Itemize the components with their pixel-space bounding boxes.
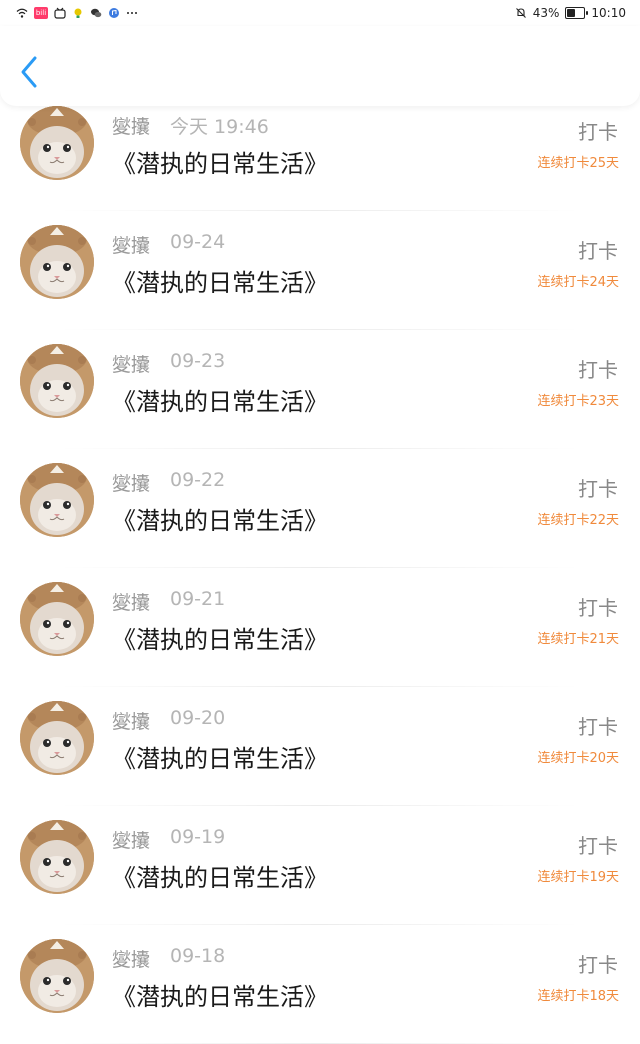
checkin-label[interactable]: 打卡 (578, 473, 618, 502)
status-bar: bili 43% 10:10 (0, 0, 640, 26)
checkin-date: 今天 19:46 (170, 116, 269, 138)
music-app-icon (109, 8, 119, 18)
bilibili-app-icon: bili (34, 7, 48, 19)
mute-bell-icon (515, 8, 526, 18)
battery-level (567, 9, 576, 17)
checkin-label[interactable]: 打卡 (578, 949, 618, 978)
book-title[interactable]: 《潜执的日常生活》 (112, 501, 328, 536)
book-title[interactable]: 《潜执的日常生活》 (112, 263, 328, 298)
streak-count: 连续打卡18天 (537, 989, 619, 1004)
list-item[interactable]: 夑攮 09-18 《潜执的日常生活》 打卡 连续打卡18天 (0, 925, 640, 1044)
checkin-date: 09-24 (170, 231, 226, 253)
checkin-label[interactable]: 打卡 (578, 116, 618, 145)
streak-count: 连续打卡19天 (537, 870, 619, 885)
avatar[interactable] (20, 582, 94, 656)
book-title[interactable]: 《潜执的日常生活》 (112, 858, 328, 893)
wifi-icon (16, 8, 28, 18)
user-name: 夑攮 (112, 949, 151, 971)
checkin-date: 09-22 (170, 469, 226, 491)
avatar[interactable] (20, 820, 94, 894)
checkin-label[interactable]: 打卡 (578, 830, 618, 859)
avatar[interactable] (20, 463, 94, 537)
book-title[interactable]: 《潜执的日常生活》 (112, 739, 328, 774)
user-name: 夑攮 (112, 235, 151, 257)
avatar[interactable] (20, 701, 94, 775)
avatar[interactable] (20, 106, 94, 180)
cat-avatar-image (20, 582, 94, 656)
user-name: 夑攮 (112, 830, 151, 852)
bulb-app-icon (74, 8, 82, 18)
list-item[interactable]: 夑攮 09-24 《潜执的日常生活》 打卡 连续打卡24天 (0, 211, 640, 330)
tv-app-icon (54, 7, 66, 19)
book-title[interactable]: 《潜执的日常生活》 (112, 977, 328, 1012)
avatar[interactable] (20, 225, 94, 299)
checkin-date: 09-21 (170, 588, 226, 610)
checkin-date: 09-19 (170, 826, 226, 848)
list-item[interactable]: 夑攮 今天 19:46 《潜执的日常生活》 打卡 连续打卡25天 (0, 92, 640, 211)
checkin-record-list: 夑攮 今天 19:46 《潜执的日常生活》 打卡 连续打卡25天 夑攮 09-2… (0, 92, 640, 1044)
status-bar-right: 43% 10:10 (515, 6, 640, 20)
battery-icon (565, 7, 589, 19)
cat-avatar-image (20, 344, 94, 418)
streak-count: 连续打卡23天 (537, 394, 619, 409)
checkin-label[interactable]: 打卡 (578, 711, 618, 740)
wechat-icon (91, 8, 102, 18)
list-item[interactable]: 夑攮 09-19 《潜执的日常生活》 打卡 连续打卡19天 (0, 806, 640, 925)
avatar[interactable] (20, 939, 94, 1013)
streak-count: 连续打卡22天 (537, 513, 619, 528)
book-title[interactable]: 《潜执的日常生活》 (112, 382, 328, 417)
user-name: 夑攮 (112, 711, 151, 733)
user-name: 夑攮 (112, 473, 151, 495)
list-item[interactable]: 夑攮 09-23 《潜执的日常生活》 打卡 连续打卡23天 (0, 330, 640, 449)
list-item[interactable]: 夑攮 09-22 《潜执的日常生活》 打卡 连续打卡22天 (0, 449, 640, 568)
status-bar-left: bili (0, 7, 138, 19)
cat-avatar-image (20, 701, 94, 775)
clock: 10:10 (591, 6, 626, 20)
checkin-label[interactable]: 打卡 (578, 592, 618, 621)
list-item[interactable]: 夑攮 09-20 《潜执的日常生活》 打卡 连续打卡20天 (0, 687, 640, 806)
user-name: 夑攮 (112, 354, 151, 376)
user-name: 夑攮 (112, 592, 151, 614)
book-title[interactable]: 《潜执的日常生活》 (112, 620, 328, 655)
more-icon (127, 12, 137, 14)
checkin-date: 09-18 (170, 945, 226, 967)
list-item[interactable]: 夑攮 09-21 《潜执的日常生活》 打卡 连续打卡21天 (0, 568, 640, 687)
battery-percent: 43% (532, 6, 560, 20)
streak-count: 连续打卡25天 (537, 156, 619, 171)
checkin-label[interactable]: 打卡 (578, 354, 618, 383)
user-name: 夑攮 (112, 116, 151, 138)
checkin-date: 09-23 (170, 350, 226, 372)
chevron-left-icon (21, 56, 37, 88)
streak-count: 连续打卡21天 (537, 632, 619, 647)
cat-avatar-image (20, 225, 94, 299)
streak-count: 连续打卡20天 (537, 751, 619, 766)
cat-avatar-image (20, 820, 94, 894)
checkin-date: 09-20 (170, 707, 226, 729)
book-title[interactable]: 《潜执的日常生活》 (112, 144, 328, 179)
checkin-label[interactable]: 打卡 (578, 235, 618, 264)
cat-avatar-image (20, 939, 94, 1013)
top-navigation-bar (0, 26, 640, 106)
cat-avatar-image (20, 106, 94, 180)
streak-count: 连续打卡24天 (537, 275, 619, 290)
back-button[interactable] (18, 52, 52, 92)
avatar[interactable] (20, 344, 94, 418)
cat-avatar-image (20, 463, 94, 537)
